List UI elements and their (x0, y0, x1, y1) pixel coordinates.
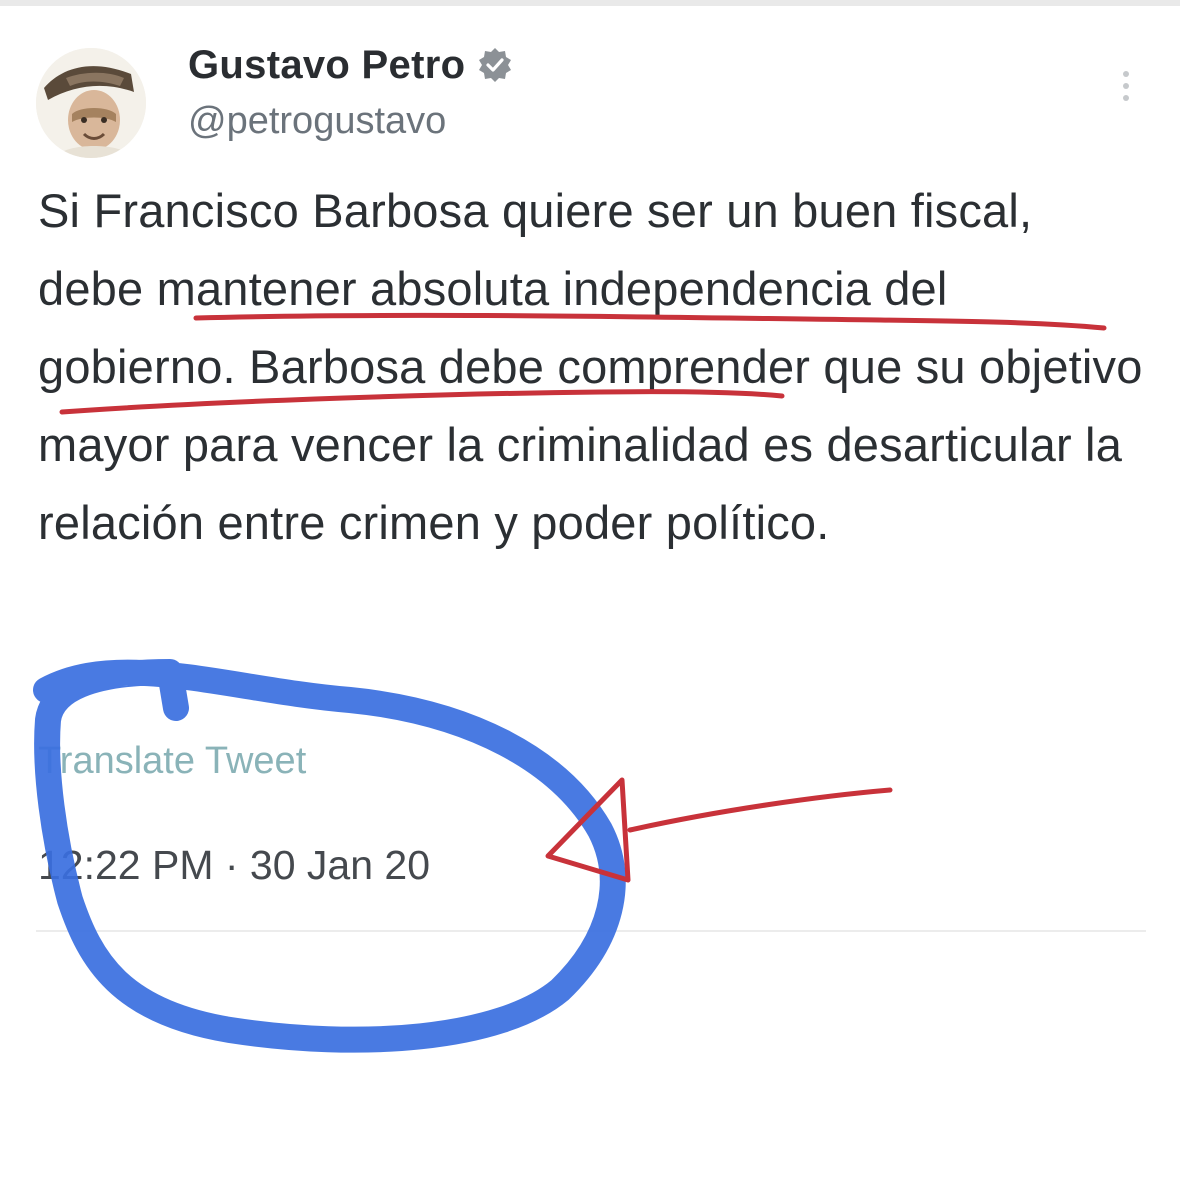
author-handle[interactable]: @petrogustavo (188, 100, 446, 143)
more-vertical-icon[interactable] (1106, 62, 1146, 112)
avatar-photo-icon (36, 48, 146, 158)
tweet-body-text: Si Francisco Barbosa quiere ser un buen … (38, 184, 1143, 549)
tweet-card: Gustavo Petro @petrogustavo Si Francisco… (0, 0, 1180, 1200)
display-name[interactable]: Gustavo Petro (188, 43, 465, 88)
verified-badge-icon (477, 47, 513, 83)
tweet-timestamp[interactable]: 12:22 PM · 30 Jan 20 (38, 842, 430, 889)
translate-tweet-link[interactable]: Translate Tweet (38, 740, 306, 783)
tweet-divider (36, 930, 1146, 932)
avatar[interactable] (36, 48, 146, 158)
author-name-row: Gustavo Petro (188, 40, 513, 90)
